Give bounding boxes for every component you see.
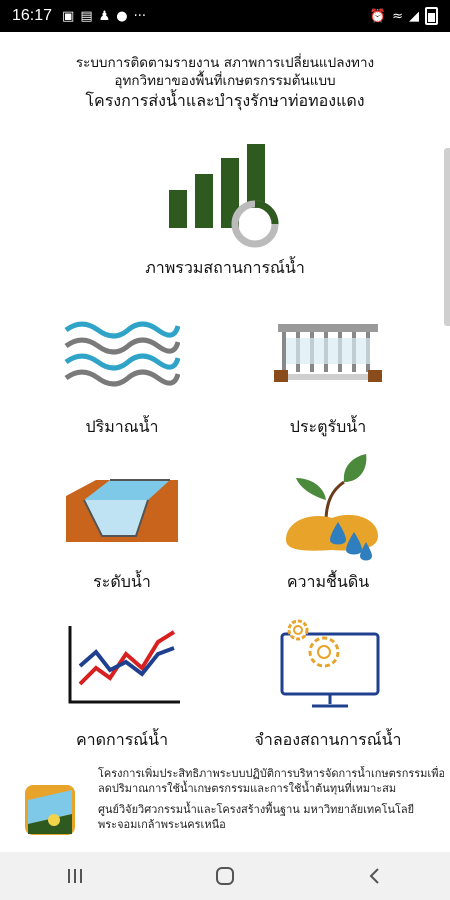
recent-apps-icon	[68, 869, 82, 883]
wifi-icon: ≈	[392, 8, 403, 24]
soil-moisture-label: ความชื้นดิน	[286, 572, 370, 591]
line-chart-icon	[68, 626, 180, 704]
back-icon	[369, 868, 379, 884]
header-line-3: โครงการส่งน้ำและบำรุงรักษาท่อทองแดง	[85, 91, 365, 110]
back-button[interactable]	[345, 856, 405, 896]
person-icon: ♟	[98, 8, 111, 24]
recent-apps-button[interactable]	[45, 856, 105, 896]
header-line-1: ระบบการติดตามรายงาน สภาพการเปลี่ยนแปลงทา…	[75, 55, 375, 71]
computer-gear-icon	[280, 619, 380, 708]
water-forecast-label: คาดการณ์น้ำ	[75, 730, 169, 749]
water-gate-icon	[274, 324, 382, 382]
app-header: ระบบการติดตามรายงาน สภาพการเปลี่ยนแปลงทา…	[0, 54, 450, 112]
header-line-2: อุทกวิทยาของพื้นที่เกษตรกรรมต้นแบบ	[114, 73, 336, 89]
water-wave-icon	[64, 321, 180, 387]
project-logo	[25, 785, 75, 835]
footer-info: โครงการเพิ่มประสิทธิภาพระบบปฏิบัติการบริ…	[24, 766, 444, 852]
overview-label: ภาพรวมสถานการณ์น้ำ	[145, 258, 305, 277]
sim-icon: ▤	[80, 8, 93, 24]
soil-plant-icon	[286, 454, 378, 561]
signal-icon: ◢	[409, 8, 419, 24]
image-icon: ▣	[62, 8, 75, 24]
status-time: 16:17	[12, 7, 53, 24]
water-gate-label: ประตูรับน้ำ	[289, 417, 367, 436]
scroll-indicator	[444, 148, 450, 326]
navigation-bar	[0, 852, 450, 900]
water-simulation-label: จำลองสถานการณ์น้ำ	[254, 730, 402, 749]
more-icon: ···	[133, 8, 147, 24]
footer-text-1: โครงการเพิ่มประสิทธิภาพระบบปฏิบัติการบริ…	[98, 767, 444, 795]
alarm-icon: ⏰	[369, 8, 387, 24]
home-button[interactable]	[195, 856, 255, 896]
footer-text-2: ศูนย์วิจัยวิศวกรรมน้ำและโครงสร้างพื้นฐาน…	[98, 803, 415, 831]
status-bar: 16:17 ▣ ▤ ♟ ● ··· ⏰ ≈ ◢	[0, 0, 450, 32]
bar-chart-icon	[169, 144, 279, 248]
canal-icon	[66, 479, 178, 542]
home-icon	[216, 867, 234, 885]
messenger-icon: ●	[116, 8, 128, 24]
water-volume-label: ปริมาณน้ำ	[85, 417, 159, 436]
water-level-label: ระดับน้ำ	[93, 572, 151, 591]
battery-icon	[425, 7, 438, 25]
